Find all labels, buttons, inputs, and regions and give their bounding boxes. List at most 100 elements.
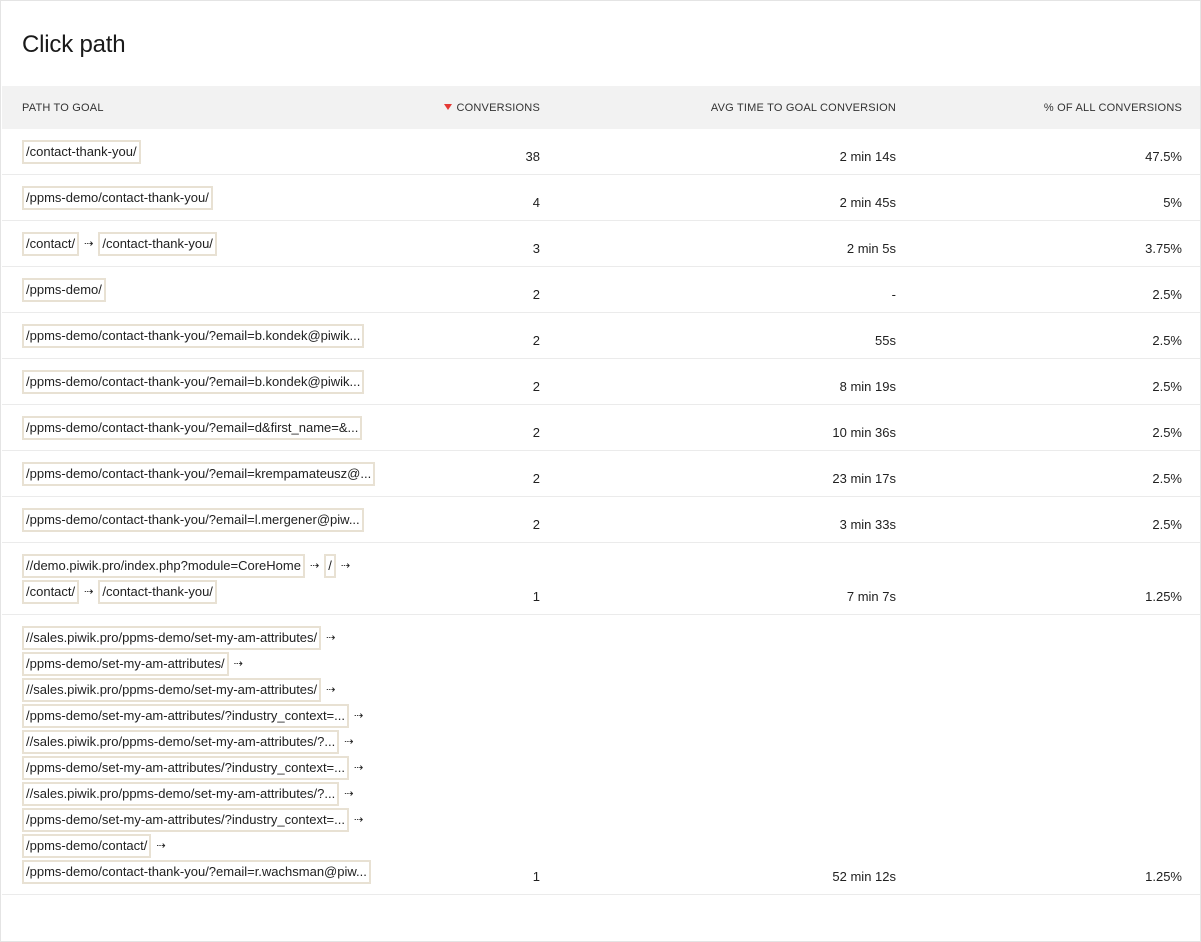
sort-desc-icon <box>443 103 452 110</box>
path-step[interactable]: //demo.piwik.pro/index.php?module=CoreHo… <box>22 554 305 578</box>
path-step[interactable]: /contact/ <box>22 580 80 604</box>
path-line: /ppms-demo/set-my-am-attributes/?industr… <box>22 704 403 730</box>
table-row[interactable]: //demo.piwik.pro/index.php?module=CoreHo… <box>2 543 1200 615</box>
table-row[interactable]: /ppms-demo/contact-thank-you/4 2 min 45s 5… <box>2 175 1200 221</box>
conversions-cell: 2 <box>532 517 540 532</box>
path-step[interactable]: /ppms-demo/contact-thank-you/?email=l.me… <box>22 508 364 532</box>
avg-time-cell: 23 min 17s <box>832 471 896 486</box>
path-arrow-icon: ⇢ <box>233 658 243 670</box>
path-arrow-icon: ⇢ <box>156 840 166 852</box>
pct-cell: 2.5% <box>1152 425 1182 440</box>
pct-cell: 2.5% <box>1152 471 1182 486</box>
table-row[interactable]: /ppms-demo/contact-thank-you/?email=krem… <box>2 451 1200 497</box>
table-row[interactable]: /contact-thank-you/38 2 min 14s 47.5% <box>2 129 1200 175</box>
avg-time-cell: 52 min 12s <box>832 869 896 884</box>
path-line: /ppms-demo/contact-thank-you/?email=d&fi… <box>22 416 403 442</box>
path-line: //demo.piwik.pro/index.php?module=CoreHo… <box>22 554 403 580</box>
conversions-cell: 1 <box>532 869 540 884</box>
path-arrow-icon: ⇢ <box>344 736 354 748</box>
pct-cell: 2.5% <box>1152 517 1182 532</box>
conversions-cell: 2 <box>532 333 540 348</box>
avg-time-cell: 2 min 14s <box>839 149 896 164</box>
table-row[interactable]: /ppms-demo/2 - 2.5% <box>2 267 1200 313</box>
column-header-path[interactable]: PATH TO GOAL <box>2 86 403 129</box>
path-step[interactable]: /ppms-demo/set-my-am-attributes/?industr… <box>22 704 349 728</box>
table-row[interactable]: /ppms-demo/contact-thank-you/?email=l.me… <box>2 497 1200 543</box>
path-step[interactable]: /ppms-demo/ <box>22 278 106 302</box>
path-step[interactable]: /contact/ <box>22 232 80 256</box>
table-row[interactable]: //sales.piwik.pro/ppms-demo/set-my-am-at… <box>2 615 1200 895</box>
path-cell: //sales.piwik.pro/ppms-demo/set-my-am-at… <box>2 615 403 895</box>
path-step[interactable]: /ppms-demo/set-my-am-attributes/?industr… <box>22 756 349 780</box>
conversions-cell: 3 <box>532 241 540 256</box>
column-header-pct[interactable]: % OF ALL CONVERSIONS <box>902 86 1200 129</box>
path-step[interactable]: //sales.piwik.pro/ppms-demo/set-my-am-at… <box>22 678 322 702</box>
path-step[interactable]: /ppms-demo/contact-thank-you/?email=b.ko… <box>22 324 365 348</box>
table-row[interactable]: /ppms-demo/contact-thank-you/?email=b.ko… <box>2 313 1200 359</box>
table-row[interactable]: /ppms-demo/contact-thank-you/?email=b.ko… <box>2 359 1200 405</box>
path-line: /ppms-demo/contact/ ⇢ <box>22 834 403 860</box>
path-cell: /ppms-demo/contact-thank-you/ <box>2 175 403 221</box>
pct-cell: 2.5% <box>1152 287 1182 302</box>
table-body: /contact-thank-you/38 2 min 14s 47.5% /ppms… <box>2 129 1200 895</box>
path-step[interactable]: /contact-thank-you/ <box>98 232 217 256</box>
path-step[interactable]: /ppms-demo/contact/ <box>22 834 152 858</box>
path-line: //sales.piwik.pro/ppms-demo/set-my-am-at… <box>22 730 403 756</box>
path-line: /ppms-demo/contact-thank-you/?email=krem… <box>22 462 403 488</box>
path-step[interactable]: //sales.piwik.pro/ppms-demo/set-my-am-at… <box>22 730 340 754</box>
path-line: /contact-thank-you/ <box>22 140 403 166</box>
path-line: /ppms-demo/ <box>22 278 403 304</box>
column-header-avg-time-label: AVG TIME TO GOAL CONVERSION <box>710 101 896 114</box>
path-step[interactable]: /ppms-demo/contact-thank-you/ <box>22 186 213 210</box>
path-line: /ppms-demo/contact-thank-you/?email=l.me… <box>22 508 403 534</box>
conversions-cell: 2 <box>532 471 540 486</box>
column-header-conversions-label: CONVERSIONS <box>456 101 540 114</box>
path-cell: /ppms-demo/contact-thank-you/?email=b.ko… <box>2 313 403 359</box>
conversions-cell: 1 <box>532 589 540 604</box>
path-line: /contact/ ⇢ /contact-thank-you/ <box>22 232 403 258</box>
path-arrow-icon: ⇢ <box>344 788 354 800</box>
avg-time-cell: 10 min 36s <box>832 425 896 440</box>
path-arrow-icon: ⇢ <box>84 238 94 250</box>
table-row[interactable]: /contact/ ⇢ /contact-thank-you/3 2 min 5s 3.… <box>2 221 1200 267</box>
pct-cell: 2.5% <box>1152 379 1182 394</box>
card-title: Click path <box>22 31 126 58</box>
path-line: //sales.piwik.pro/ppms-demo/set-my-am-at… <box>22 678 403 704</box>
path-step[interactable]: /ppms-demo/contact-thank-you/?email=krem… <box>22 462 376 486</box>
path-line: /ppms-demo/contact-thank-you/ <box>22 186 403 212</box>
pct-cell: 2.5% <box>1152 333 1182 348</box>
column-header-avg-time[interactable]: AVG TIME TO GOAL CONVERSION <box>546 86 902 129</box>
path-arrow-icon: ⇢ <box>353 814 364 826</box>
column-header-path-label: PATH TO GOAL <box>22 101 104 114</box>
path-step[interactable]: /ppms-demo/set-my-am-attributes/?industr… <box>22 808 349 832</box>
path-cell: /contact-thank-you/ <box>2 129 403 175</box>
path-step[interactable]: /ppms-demo/contact-thank-you/?email=d&fi… <box>22 416 363 440</box>
conversions-cell: 2 <box>532 287 540 302</box>
table-row[interactable]: /ppms-demo/contact-thank-you/?email=d&fi… <box>2 405 1200 451</box>
path-line: /ppms-demo/set-my-am-attributes/ ⇢ <box>22 652 403 678</box>
path-arrow-icon: ⇢ <box>326 684 336 696</box>
path-step[interactable]: / <box>324 554 336 578</box>
path-step[interactable]: //sales.piwik.pro/ppms-demo/set-my-am-at… <box>22 626 322 650</box>
path-step[interactable]: //sales.piwik.pro/ppms-demo/set-my-am-at… <box>22 782 340 806</box>
conversions-cell: 2 <box>532 425 540 440</box>
path-step[interactable]: /ppms-demo/contact-thank-you/?email=r.wa… <box>22 860 371 884</box>
path-step[interactable]: /contact-thank-you/ <box>22 140 141 164</box>
path-cell: /ppms-demo/contact-thank-you/?email=b.ko… <box>2 359 403 405</box>
click-path-card: Click path PATH TO GOAL CONVERSIONS AVG … <box>0 0 1201 942</box>
path-arrow-icon: ⇢ <box>353 710 364 722</box>
path-line: /ppms-demo/contact-thank-you/?email=b.ko… <box>22 324 403 350</box>
path-step[interactable]: /ppms-demo/contact-thank-you/?email=b.ko… <box>22 370 365 394</box>
path-step[interactable]: /contact-thank-you/ <box>98 580 217 604</box>
path-arrow-icon: ⇢ <box>340 560 351 572</box>
path-cell: /contact/ ⇢ /contact-thank-you/ <box>2 221 403 267</box>
conversions-cell: 38 <box>525 149 540 164</box>
avg-time-cell: 7 min 7s <box>846 589 896 604</box>
path-arrow-icon: ⇢ <box>309 560 320 572</box>
pct-cell: 47.5% <box>1145 149 1182 164</box>
column-header-conversions[interactable]: CONVERSIONS <box>403 86 546 129</box>
path-line: //sales.piwik.pro/ppms-demo/set-my-am-at… <box>22 626 403 652</box>
path-arrow-icon: ⇢ <box>353 762 364 774</box>
path-step[interactable]: /ppms-demo/set-my-am-attributes/ <box>22 652 229 676</box>
path-cell: /ppms-demo/ <box>2 267 403 313</box>
